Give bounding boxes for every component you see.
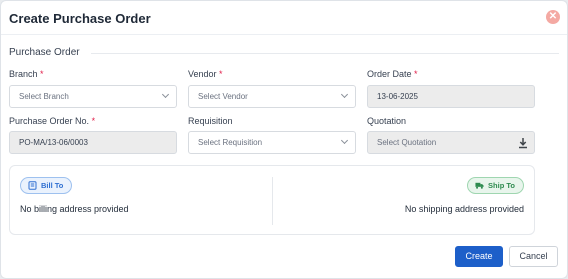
vendor-select[interactable]: Select Vendor bbox=[188, 85, 356, 108]
po-number-field: PO-MA/13-06/0003 bbox=[9, 131, 177, 154]
create-purchase-order-dialog: Create Purchase Order ✕ Purchase Order B… bbox=[0, 0, 568, 279]
vendor-label: Vendor * bbox=[188, 69, 223, 79]
section-divider bbox=[91, 53, 559, 54]
requisition-label: Requisition bbox=[188, 116, 233, 126]
shipping-address-text: No shipping address provided bbox=[404, 204, 524, 214]
address-card: Bill To Ship To No billing address provi… bbox=[9, 165, 535, 235]
requisition-select[interactable]: Select Requisition bbox=[188, 131, 356, 154]
section-title: Purchase Order bbox=[9, 47, 80, 58]
header-divider bbox=[1, 34, 567, 35]
chevron-down-icon bbox=[340, 136, 349, 145]
truck-icon bbox=[475, 182, 484, 189]
cancel-button[interactable]: Cancel bbox=[509, 246, 558, 267]
ship-to-badge[interactable]: Ship To bbox=[467, 177, 524, 194]
dialog-title: Create Purchase Order bbox=[9, 11, 151, 26]
bill-icon bbox=[28, 181, 37, 190]
chevron-down-icon bbox=[340, 90, 349, 99]
branch-select[interactable]: Select Branch bbox=[9, 85, 177, 108]
quotation-field[interactable]: Select Quotation bbox=[367, 131, 535, 154]
quotation-label: Quotation bbox=[367, 116, 407, 126]
download-icon[interactable] bbox=[518, 137, 528, 149]
order-date-field: 13-06-2025 bbox=[367, 85, 535, 108]
order-date-label: Order Date * bbox=[367, 69, 418, 79]
close-icon[interactable]: ✕ bbox=[546, 10, 560, 24]
chevron-down-icon bbox=[161, 90, 170, 99]
address-divider bbox=[272, 177, 273, 225]
billing-address-text: No billing address provided bbox=[20, 204, 129, 214]
bill-to-badge[interactable]: Bill To bbox=[20, 177, 73, 194]
po-number-label: Purchase Order No. * bbox=[9, 116, 96, 126]
branch-label: Branch * bbox=[9, 69, 44, 79]
create-button[interactable]: Create bbox=[455, 246, 503, 267]
